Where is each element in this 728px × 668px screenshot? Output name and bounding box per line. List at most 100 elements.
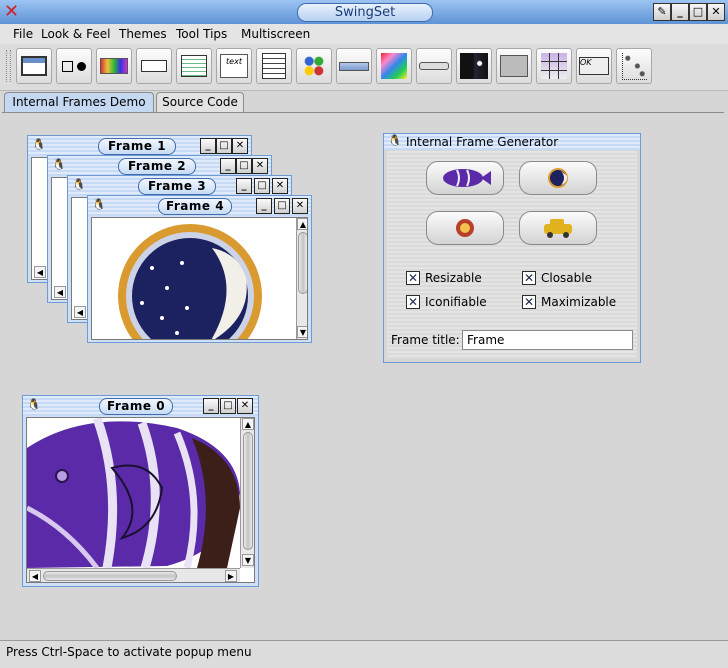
moon-image-button[interactable] [519, 161, 597, 195]
maximizable-checkbox[interactable]: ✕ [522, 295, 536, 309]
close-x-icon[interactable]: ✕ [4, 2, 19, 22]
scroll-right-arrow[interactable]: ▶ [225, 570, 237, 582]
tab-internal-frames-demo[interactable]: Internal Frames Demo [4, 92, 154, 112]
minimize-button[interactable]: _ [671, 3, 689, 21]
frame-titlebar[interactable]: 🐧 Frame 0 _ □ ✕ [23, 396, 258, 416]
close-button[interactable]: ✕ [292, 198, 308, 214]
maximizable-label: Maximizable [541, 295, 617, 309]
close-button[interactable]: ✕ [707, 3, 725, 21]
duke-icon: 🐧 [388, 134, 402, 147]
minimize-button[interactable]: _ [200, 138, 216, 154]
frame-titlebar[interactable]: 🐧 Frame 4 _ □ ✕ [88, 196, 311, 216]
internal-frame-icon[interactable] [16, 48, 52, 84]
frame-title-label: Frame title: [391, 333, 460, 347]
generator-panel [387, 151, 637, 359]
minimize-button[interactable]: _ [256, 198, 272, 214]
status-text: Press Ctrl-Space to activate popup menu [6, 645, 252, 659]
minimize-button[interactable]: _ [220, 158, 236, 174]
vertical-scrollbar[interactable]: ▲ ▼ [296, 218, 307, 339]
combobox-icon[interactable] [136, 48, 172, 84]
maximize-button[interactable]: □ [689, 3, 707, 21]
color-chooser-icon[interactable] [96, 48, 132, 84]
internal-frame-4[interactable]: 🐧 Frame 4 _ □ ✕ ▲ ▼ [87, 195, 312, 343]
scroll-down-arrow[interactable]: ▼ [297, 326, 307, 338]
scroll-up-arrow[interactable]: ▲ [242, 418, 254, 430]
toolbar-grip[interactable] [6, 50, 11, 82]
slider-icon[interactable] [416, 48, 452, 84]
maximize-button[interactable]: □ [274, 198, 290, 214]
vertical-scrollbar[interactable]: ▲ ▼ [240, 418, 254, 568]
maximize-button[interactable]: □ [216, 138, 232, 154]
tooltip-icon[interactable]: OK [576, 48, 612, 84]
horizontal-scrollbar[interactable]: ◀ ▶ [27, 568, 240, 582]
menu-look-and-feel[interactable]: Look & Feel [41, 26, 110, 42]
car-image-button[interactable] [519, 211, 597, 245]
checkbox-radio-icon[interactable] [56, 48, 92, 84]
frame-title-input[interactable]: Frame [462, 330, 633, 350]
menu-multiscreen[interactable]: Multiscreen [241, 26, 310, 42]
resizable-checkbox[interactable]: ✕ [406, 271, 420, 285]
minimize-button[interactable]: _ [203, 398, 219, 414]
frame-title: Frame 1 [98, 138, 176, 155]
internal-frame-0[interactable]: 🐧 Frame 0 _ □ ✕ ▲ ▼ ◀ ▶ [22, 395, 259, 587]
closable-label: Closable [541, 271, 592, 285]
scroll-left-arrow[interactable]: ◀ [54, 286, 66, 298]
scroll-pane-icon[interactable] [376, 48, 412, 84]
tab-source-code[interactable]: Source Code [156, 92, 244, 112]
resizable-label: Resizable [425, 271, 482, 285]
generator-titlebar[interactable]: 🐧 Internal Frame Generator [384, 134, 640, 150]
scroll-thumb[interactable] [243, 432, 253, 550]
close-button[interactable]: ✕ [237, 398, 253, 414]
frame-titlebar[interactable]: 🐧 Frame 2 _ □ ✕ [48, 156, 271, 176]
tabbed-pane-icon[interactable] [496, 48, 532, 84]
tree-icon[interactable] [616, 48, 652, 84]
toolbar: text OK [0, 44, 728, 91]
editor-pane-icon[interactable]: text [216, 48, 252, 84]
fish-image [27, 418, 240, 568]
scroll-down-arrow[interactable]: ▼ [242, 554, 254, 566]
menu-themes[interactable]: Themes [119, 26, 167, 42]
window-titlebar[interactable]: ✕ SwingSet ✎ _ □ ✕ [0, 0, 728, 25]
option-pane-icon[interactable] [296, 48, 332, 84]
split-pane-icon[interactable] [456, 48, 492, 84]
menu-file[interactable]: File [13, 26, 33, 42]
maximize-button[interactable]: □ [236, 158, 252, 174]
close-button[interactable]: ✕ [272, 178, 288, 194]
frame-title: Frame 2 [118, 158, 196, 175]
duke-icon: 🐧 [92, 198, 106, 211]
sun-image-icon [456, 219, 474, 237]
moon-image-icon [548, 168, 568, 188]
window-title: SwingSet [297, 3, 433, 22]
frame-titlebar[interactable]: 🐧 Frame 1 _ □ ✕ [28, 136, 251, 156]
iconifiable-checkbox[interactable]: ✕ [406, 295, 420, 309]
table-icon[interactable] [536, 48, 572, 84]
frame-title: Frame 3 [138, 178, 216, 195]
duke-icon: 🐧 [32, 138, 46, 151]
scroll-left-arrow[interactable]: ◀ [74, 306, 86, 318]
scroll-thumb[interactable] [298, 232, 307, 294]
duke-icon: 🐧 [27, 398, 41, 411]
list-icon[interactable] [256, 48, 292, 84]
frame-content: ▲ ▼ [91, 217, 308, 340]
minimize-button[interactable]: _ [236, 178, 252, 194]
fish-image-button[interactable] [426, 161, 504, 195]
pin-icon[interactable]: ✎ [653, 3, 671, 21]
close-button[interactable]: ✕ [232, 138, 248, 154]
scroll-up-arrow[interactable]: ▲ [297, 218, 307, 230]
frame-titlebar[interactable]: 🐧 Frame 3 _ □ ✕ [68, 176, 291, 196]
maximize-button[interactable]: □ [254, 178, 270, 194]
progress-bar-icon[interactable] [336, 48, 372, 84]
scroll-left-arrow[interactable]: ◀ [29, 570, 41, 582]
menu-tool-tips[interactable]: Tool Tips [176, 26, 227, 42]
fish-image-icon [443, 169, 491, 187]
frame-title: Frame 4 [158, 198, 232, 215]
file-chooser-icon[interactable] [176, 48, 212, 84]
closable-checkbox[interactable]: ✕ [522, 271, 536, 285]
internal-frame-generator[interactable]: 🐧 Internal Frame Generator ✕ Resizable ✕… [383, 133, 641, 363]
sun-image-button[interactable] [426, 211, 504, 245]
scroll-thumb[interactable] [43, 571, 177, 581]
maximize-button[interactable]: □ [220, 398, 236, 414]
scroll-left-arrow[interactable]: ◀ [34, 266, 46, 278]
moon-image [118, 224, 262, 339]
close-button[interactable]: ✕ [252, 158, 268, 174]
